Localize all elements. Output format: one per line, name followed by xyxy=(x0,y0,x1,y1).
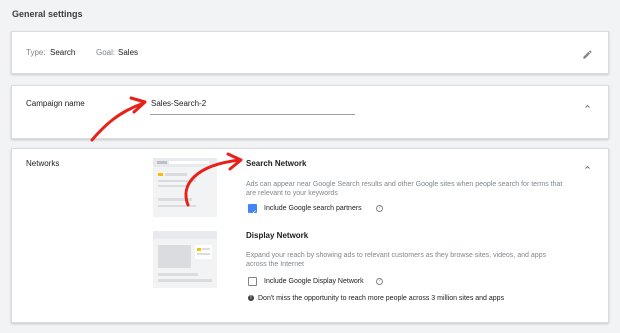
info-icon: ! xyxy=(248,295,254,301)
search-network-illustration xyxy=(153,158,217,217)
chevron-up-icon[interactable] xyxy=(583,98,592,116)
display-network-label: Include Google Display Network xyxy=(264,278,364,285)
display-network-note: Don't miss the opportunity to reach more… xyxy=(258,295,505,302)
type-value: Search xyxy=(50,48,76,57)
display-network-description: Expand your reach by showing ads to rele… xyxy=(246,252,546,268)
networks-label: Networks xyxy=(26,159,60,168)
chevron-up-icon[interactable] xyxy=(583,159,592,177)
campaign-name-underline xyxy=(150,114,355,115)
search-network-title: Search Network xyxy=(246,159,307,168)
search-network-description: Ads can appear near Google Search result… xyxy=(246,181,563,197)
display-network-illustration xyxy=(153,231,217,288)
pencil-icon[interactable] xyxy=(582,47,593,65)
campaign-name-card: Campaign name Sales-Search-2 xyxy=(11,85,609,139)
display-network-checkbox[interactable] xyxy=(248,277,257,286)
display-network-title: Display Network xyxy=(246,231,309,240)
campaign-summary-card: Type: Search Goal: Sales xyxy=(11,31,609,74)
help-icon[interactable]: ? xyxy=(376,278,383,285)
help-icon[interactable]: ? xyxy=(376,205,383,212)
campaign-name-input[interactable]: Sales-Search-2 xyxy=(151,99,206,108)
goal-value: Sales xyxy=(118,48,139,57)
networks-card: Networks Search Network Ads can appear n… xyxy=(11,148,609,323)
type-label: Type: xyxy=(26,48,46,57)
campaign-name-label: Campaign name xyxy=(26,99,85,108)
goal-label: Goal: xyxy=(96,48,116,57)
search-partners-checkbox[interactable] xyxy=(248,204,257,216)
search-partners-label: Include Google search partners xyxy=(264,205,362,212)
page-title: General settings xyxy=(12,9,83,19)
